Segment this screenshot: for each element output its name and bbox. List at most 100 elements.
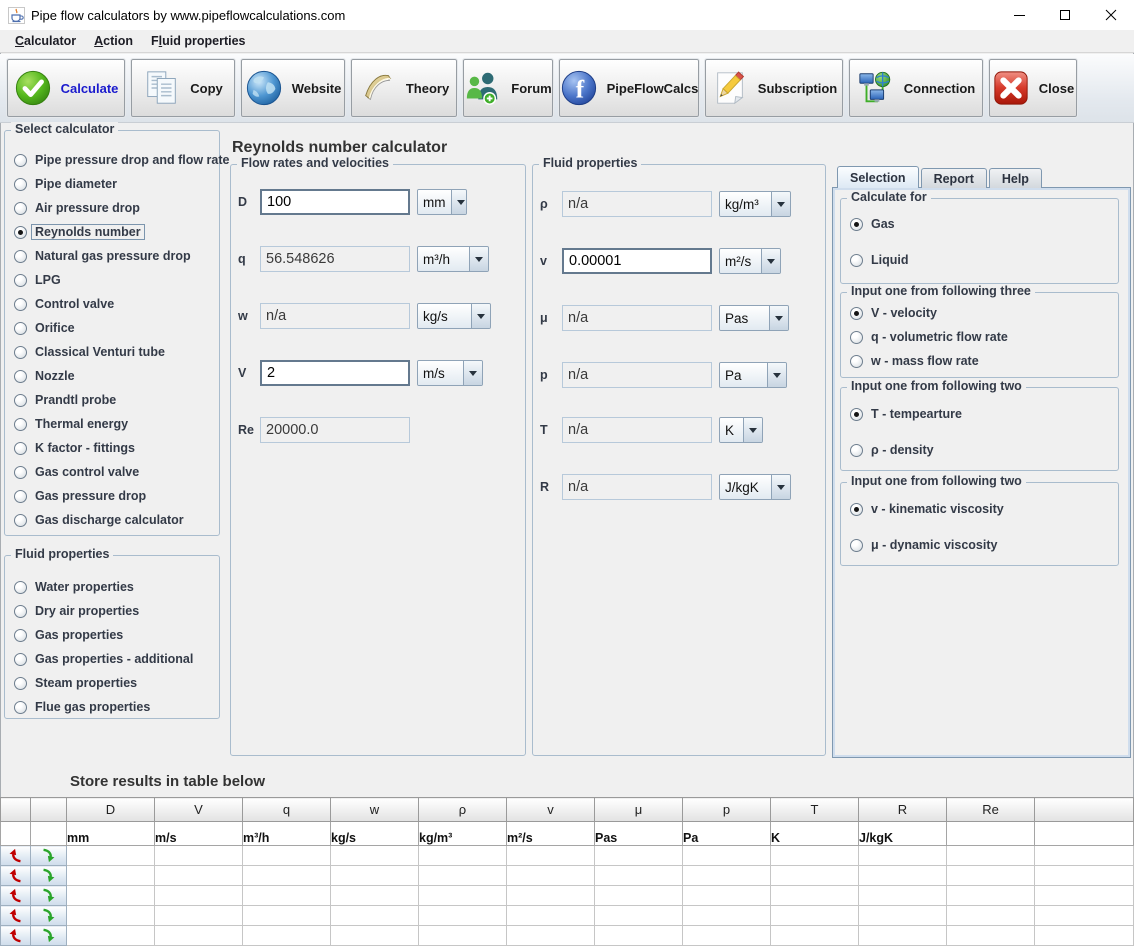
result-cell[interactable] (771, 846, 859, 866)
result-cell[interactable] (507, 866, 595, 886)
fluid-option-gas-properties-additional[interactable]: Gas properties - additional (14, 651, 219, 667)
calc-option-nozzle[interactable]: Nozzle (14, 368, 219, 384)
volumetric-flow-unit-combo[interactable]: m³/h (417, 246, 489, 272)
result-cell[interactable] (507, 886, 595, 906)
calc-option-thermal-energy[interactable]: Thermal energy (14, 416, 219, 432)
diameter-input[interactable] (260, 189, 410, 215)
result-cell[interactable] (771, 926, 859, 946)
result-cell[interactable] (331, 866, 419, 886)
pressure-unit-combo[interactable]: Pa (719, 362, 787, 388)
chevron-down-icon[interactable] (469, 247, 488, 271)
calc-option-control-valve[interactable]: Control valve (14, 296, 219, 312)
result-cell[interactable] (67, 886, 155, 906)
store-row-button[interactable] (31, 926, 66, 945)
chevron-down-icon[interactable] (761, 249, 780, 273)
option-mass-flow-rate[interactable]: w - mass flow rate (850, 353, 979, 369)
result-cell[interactable] (595, 886, 683, 906)
result-cell[interactable] (243, 846, 331, 866)
kinematic-viscosity-unit-combo[interactable]: m²/s (719, 248, 781, 274)
temperature-unit-combo[interactable]: K (719, 417, 763, 443)
density-unit-combo[interactable]: kg/m³ (719, 191, 791, 217)
result-cell[interactable] (67, 926, 155, 946)
chevron-down-icon[interactable] (771, 475, 790, 499)
result-cell[interactable] (859, 866, 947, 886)
chevron-down-icon[interactable] (769, 306, 788, 330)
menu-calculator[interactable]: Calculator (6, 31, 85, 51)
store-row-button[interactable] (31, 906, 66, 925)
tab-report[interactable]: Report (921, 168, 987, 188)
result-cell[interactable] (243, 926, 331, 946)
result-cell[interactable] (595, 866, 683, 886)
result-cell[interactable] (155, 906, 243, 926)
calc-option-classical-venturi-tube[interactable]: Classical Venturi tube (14, 344, 219, 360)
result-cell[interactable] (155, 926, 243, 946)
fluid-option-steam-properties[interactable]: Steam properties (14, 675, 219, 691)
result-cell[interactable] (595, 926, 683, 946)
option-velocity[interactable]: V - velocity (850, 305, 937, 321)
calculate-button[interactable]: Calculate (7, 59, 125, 117)
connection-button[interactable]: Connection (849, 59, 983, 117)
result-cell[interactable] (947, 846, 1035, 866)
fluid-option-flue-gas-properties[interactable]: Flue gas properties (14, 699, 219, 715)
result-cell[interactable] (419, 906, 507, 926)
menu-fluid-properties[interactable]: Fluid properties (142, 31, 254, 51)
result-cell[interactable] (67, 866, 155, 886)
result-cell[interactable] (331, 906, 419, 926)
tab-selection[interactable]: Selection (837, 166, 919, 188)
option-volumetric-flow-rate[interactable]: q - volumetric flow rate (850, 329, 1008, 345)
calc-option-pipe-diameter[interactable]: Pipe diameter (14, 176, 219, 192)
calc-option-gas-discharge-calculator[interactable]: Gas discharge calculator (14, 512, 219, 528)
result-cell[interactable] (155, 866, 243, 886)
result-cell[interactable] (331, 846, 419, 866)
calc-option-prandtl-probe[interactable]: Prandtl probe (14, 392, 219, 408)
option-liquid[interactable]: Liquid (850, 252, 909, 268)
calc-option-lpg[interactable]: LPG (14, 272, 219, 288)
gas-constant-unit-combo[interactable]: J/kgK (719, 474, 791, 500)
load-row-button[interactable] (1, 926, 30, 945)
store-row-button[interactable] (31, 866, 66, 885)
load-row-button[interactable] (1, 906, 30, 925)
mass-flow-unit-combo[interactable]: kg/s (417, 303, 491, 329)
option-gas[interactable]: Gas (850, 216, 895, 232)
result-cell[interactable] (507, 926, 595, 946)
result-cell[interactable] (1035, 886, 1134, 906)
load-row-button[interactable] (1, 866, 30, 885)
calc-option-reynolds-number[interactable]: Reynolds number (14, 224, 219, 240)
calc-option-gas-control-valve[interactable]: Gas control valve (14, 464, 219, 480)
maximize-button[interactable] (1042, 0, 1088, 30)
result-cell[interactable] (683, 866, 771, 886)
result-cell[interactable] (859, 886, 947, 906)
option-dynamic-viscosity[interactable]: μ - dynamic viscosity (850, 537, 997, 553)
result-cell[interactable] (947, 906, 1035, 926)
chevron-down-icon[interactable] (743, 418, 762, 442)
velocity-input[interactable] (260, 360, 410, 386)
result-cell[interactable] (859, 906, 947, 926)
result-cell[interactable] (595, 846, 683, 866)
result-cell[interactable] (859, 926, 947, 946)
result-cell[interactable] (771, 866, 859, 886)
dynamic-viscosity-unit-combo[interactable]: Pas (719, 305, 789, 331)
minimize-button[interactable] (996, 0, 1042, 30)
result-cell[interactable] (771, 886, 859, 906)
close-window-button[interactable] (1088, 0, 1134, 30)
store-row-button[interactable] (31, 846, 66, 865)
fluid-option-water-properties[interactable]: Water properties (14, 579, 219, 595)
result-cell[interactable] (243, 866, 331, 886)
result-cell[interactable] (67, 906, 155, 926)
forum-button[interactable]: Forum (463, 59, 553, 117)
result-cell[interactable] (419, 926, 507, 946)
result-cell[interactable] (507, 846, 595, 866)
pipeflowcalcs-button[interactable]: f PipeFlowCalcs (559, 59, 699, 117)
result-cell[interactable] (683, 906, 771, 926)
result-cell[interactable] (155, 846, 243, 866)
load-row-button[interactable] (1, 846, 30, 865)
calc-option-orifice[interactable]: Orifice (14, 320, 219, 336)
result-cell[interactable] (243, 906, 331, 926)
result-cell[interactable] (1035, 846, 1134, 866)
subscription-button[interactable]: Subscription (705, 59, 843, 117)
result-cell[interactable] (1035, 866, 1134, 886)
result-cell[interactable] (771, 906, 859, 926)
result-cell[interactable] (155, 886, 243, 906)
diameter-unit-combo[interactable]: mm (417, 189, 467, 215)
tab-help[interactable]: Help (989, 168, 1042, 188)
